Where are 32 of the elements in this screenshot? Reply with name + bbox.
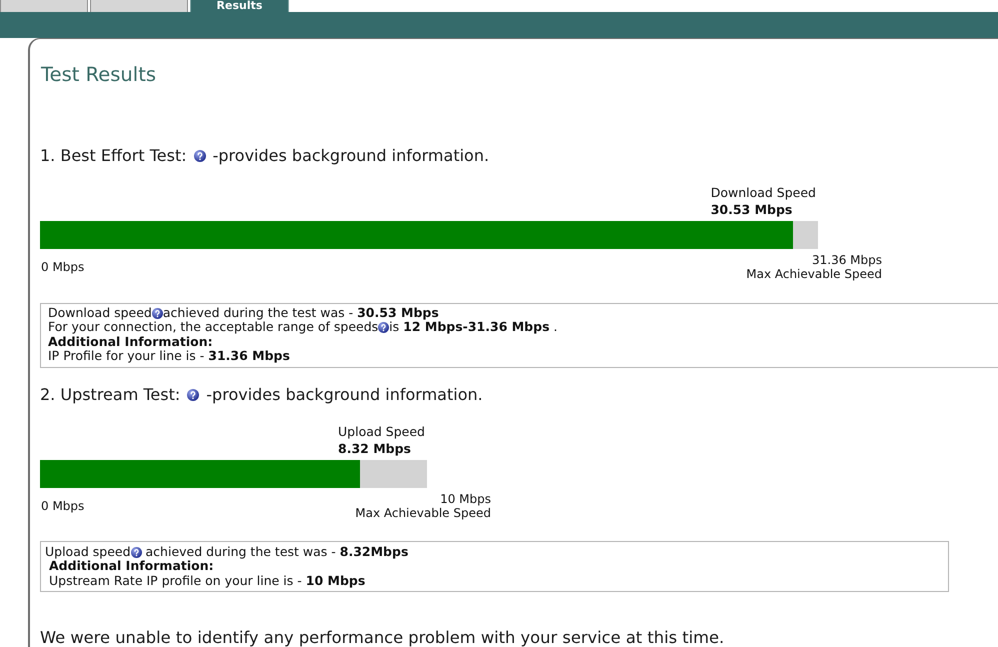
- help-icon[interactable]: [194, 150, 206, 162]
- info-text: achieved during the test was - 30.53 Mbps: [162, 306, 439, 320]
- max-speed-value: 31.36 Mbps: [812, 253, 882, 267]
- section-heading: 2. Upstream Test:: [40, 384, 180, 406]
- info-text: Upload speed: [45, 545, 131, 560]
- page-title: Test Results: [40, 63, 156, 87]
- max-speed-label: Max Achievable Speed: [746, 267, 882, 281]
- info-heading: Additional Information:: [48, 334, 213, 349]
- meter-label: Download Speed: [710, 184, 816, 201]
- max-speed-label: Max Achievable Speed: [355, 506, 491, 520]
- info-text: Download speed: [48, 306, 152, 320]
- help-icon[interactable]: [378, 322, 390, 333]
- info-heading: Additional Information:: [49, 559, 214, 574]
- help-icon[interactable]: [130, 546, 142, 558]
- speed-value: 8.32 Mbps: [338, 440, 411, 458]
- help-icon[interactable]: [152, 308, 163, 319]
- min-speed-label: 0 Mbps: [40, 499, 84, 514]
- info-text: For your connection, the acceptable range of speeds: [48, 320, 378, 335]
- section-note: -provides background information.: [206, 384, 483, 406]
- info-text: IP Profile for your line is - 31.36 Mbps: [48, 348, 290, 364]
- section-heading: 1. Best Effort Test:: [40, 145, 187, 166]
- info-text: Upstream Rate IP profile on your line is - 10 Mbps: [49, 574, 366, 588]
- meter-label: Upload Speed: [338, 423, 425, 440]
- help-icon[interactable]: [187, 388, 200, 401]
- info-text: achieved during the test was - 8.32Mbps: [144, 545, 408, 560]
- tab[interactable]: Results: [190, 0, 289, 12]
- max-speed-value: 10 Mbps: [440, 492, 491, 506]
- summary-text: We were unable to identify any performance problem with your service at this time.: [40, 627, 724, 647]
- min-speed-label: 0 Mbps: [40, 260, 84, 274]
- section-note: -provides background information.: [212, 145, 490, 166]
- info-text: is 12 Mbps-31.36 Mbps .: [389, 320, 558, 335]
- speed-value: 30.53 Mbps: [710, 201, 792, 218]
